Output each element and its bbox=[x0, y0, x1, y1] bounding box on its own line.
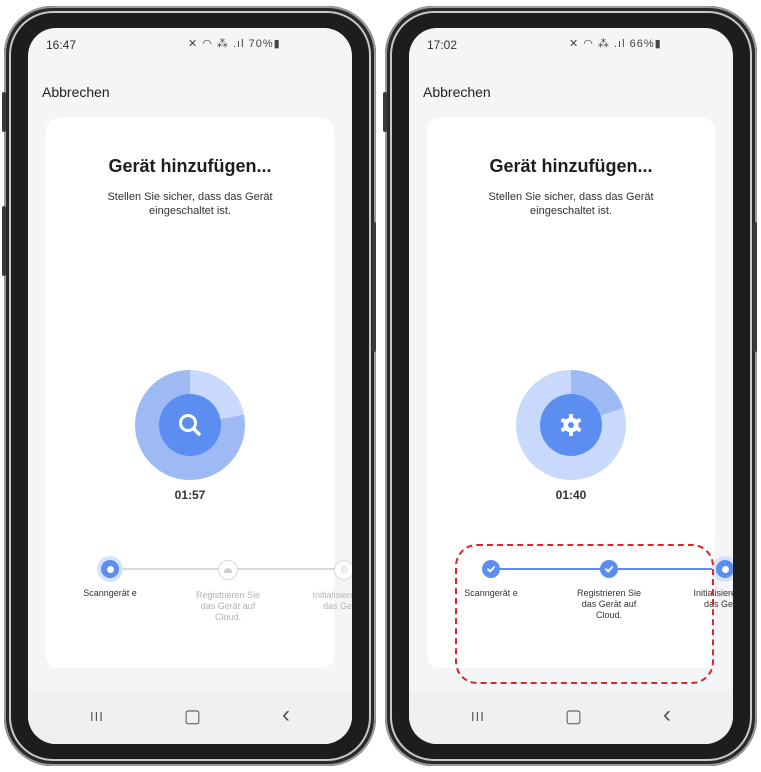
navigation-bar: III ▢ ‹ bbox=[28, 690, 352, 744]
page-subtitle: Stellen Sie sicher, dass das Gerät einge… bbox=[107, 191, 273, 217]
step-label: Initialisieren Sie das Gerät. bbox=[312, 590, 352, 611]
cancel-button[interactable]: Abbrechen bbox=[42, 84, 110, 100]
page-subtitle: Stellen Sie sicher, dass das Gerät einge… bbox=[488, 191, 654, 217]
navigation-bar: III ▢ ‹ bbox=[409, 690, 733, 744]
step-initialize: © Initialisieren Sie das Gerät. bbox=[304, 560, 352, 612]
countdown-timer: 01:40 bbox=[555, 488, 587, 502]
step-active-icon bbox=[101, 560, 119, 578]
volume-button bbox=[383, 92, 387, 132]
back-button[interactable]: ‹ bbox=[663, 701, 671, 729]
back-button[interactable]: ‹ bbox=[282, 701, 290, 729]
step-label: Registrieren Sie das Gerät auf Cloud. bbox=[195, 590, 261, 622]
progress-steps: Scanngerät e Registrieren Sie das Gerät … bbox=[60, 560, 352, 650]
recent-apps-button[interactable]: III bbox=[90, 709, 104, 724]
step-active-icon bbox=[716, 560, 733, 578]
step-label: Scanngerät e bbox=[83, 588, 137, 598]
status-bar: 17:02 ✕ ◠ ⁂ .ıl 66%▮ bbox=[409, 28, 733, 56]
status-icons: ✕ ◠ ⁂ .ıl 66%▮ bbox=[569, 38, 662, 50]
home-button[interactable]: ▢ bbox=[565, 706, 582, 727]
home-button[interactable]: ▢ bbox=[184, 706, 201, 727]
progress-ring bbox=[135, 370, 245, 480]
status-time: 16:47 bbox=[46, 38, 77, 52]
init-icon: © bbox=[334, 560, 352, 580]
page-title: Gerät hinzufügen... bbox=[108, 156, 272, 176]
screen: 16:47 ✕ ◠ ⁂ .ıl 70%▮ Abbrechen Gerät hin… bbox=[28, 28, 352, 744]
power-button bbox=[753, 222, 757, 352]
status-icons: ✕ ◠ ⁂ .ıl 70%▮ bbox=[188, 38, 281, 50]
countdown-timer: 01:57 bbox=[174, 488, 206, 502]
cancel-button[interactable]: Abbrechen bbox=[423, 84, 491, 100]
bixby-button bbox=[2, 206, 6, 276]
pairing-card: Gerät hinzufügen... Stellen Sie sicher, … bbox=[46, 118, 352, 668]
status-time: 17:02 bbox=[427, 38, 458, 52]
gear-icon bbox=[540, 394, 602, 456]
phone-left: 16:47 ✕ ◠ ⁂ .ıl 70%▮ Abbrechen Gerät hin… bbox=[2, 6, 376, 766]
step-register: Registrieren Sie das Gerät auf Cloud. bbox=[188, 560, 268, 623]
status-bar: 16:47 ✕ ◠ ⁂ .ıl 70%▮ bbox=[28, 28, 352, 56]
cloud-icon bbox=[218, 560, 238, 580]
recent-apps-button[interactable]: III bbox=[471, 709, 485, 724]
power-button bbox=[372, 222, 376, 352]
volume-button bbox=[2, 92, 6, 132]
search-icon bbox=[159, 394, 221, 456]
step-scan: Scanngerät e bbox=[70, 560, 150, 599]
page-title: Gerät hinzufügen... bbox=[489, 156, 653, 176]
highlight-box bbox=[455, 544, 714, 684]
progress-ring bbox=[516, 370, 626, 480]
